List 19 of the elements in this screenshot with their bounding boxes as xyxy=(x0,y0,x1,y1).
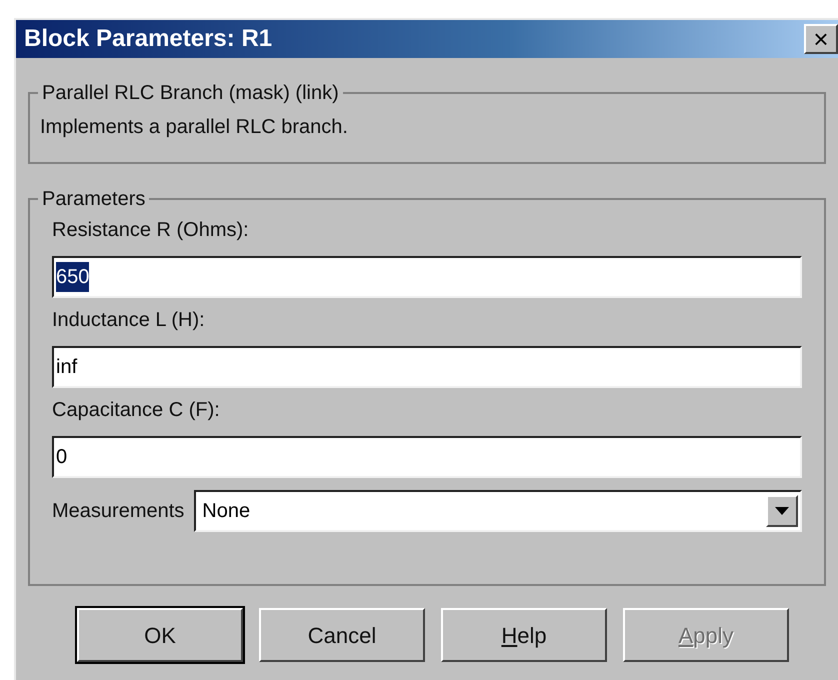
text-field[interactable]: 0 xyxy=(52,436,802,478)
window-title: Block Parameters: R1 xyxy=(24,24,272,54)
dialog-button[interactable]: Cancel xyxy=(259,608,425,662)
group-title: Parallel RLC Branch (mask) (link) xyxy=(41,81,340,106)
field-label: Resistance R (Ohms): xyxy=(52,218,250,243)
dialog-button[interactable]: OK xyxy=(77,608,243,662)
field-label: Inductance L (H): xyxy=(52,308,206,333)
field-value: 650 xyxy=(56,262,90,292)
field-value: inf xyxy=(56,355,78,380)
field-label: Capacitance C (F): xyxy=(52,398,221,423)
field-value: 0 xyxy=(56,445,68,470)
text-field[interactable]: inf xyxy=(52,346,802,388)
close-button[interactable]: × xyxy=(804,24,838,54)
measurements-dropdown[interactable]: None xyxy=(194,490,802,532)
description-text: Implements a parallel RLC branch. xyxy=(40,115,349,140)
text-field[interactable]: 650 xyxy=(52,256,802,298)
dialog-button[interactable]: Help xyxy=(441,608,607,662)
group-title: Parameters xyxy=(41,187,146,212)
measurements-label: Measurements xyxy=(52,499,184,524)
